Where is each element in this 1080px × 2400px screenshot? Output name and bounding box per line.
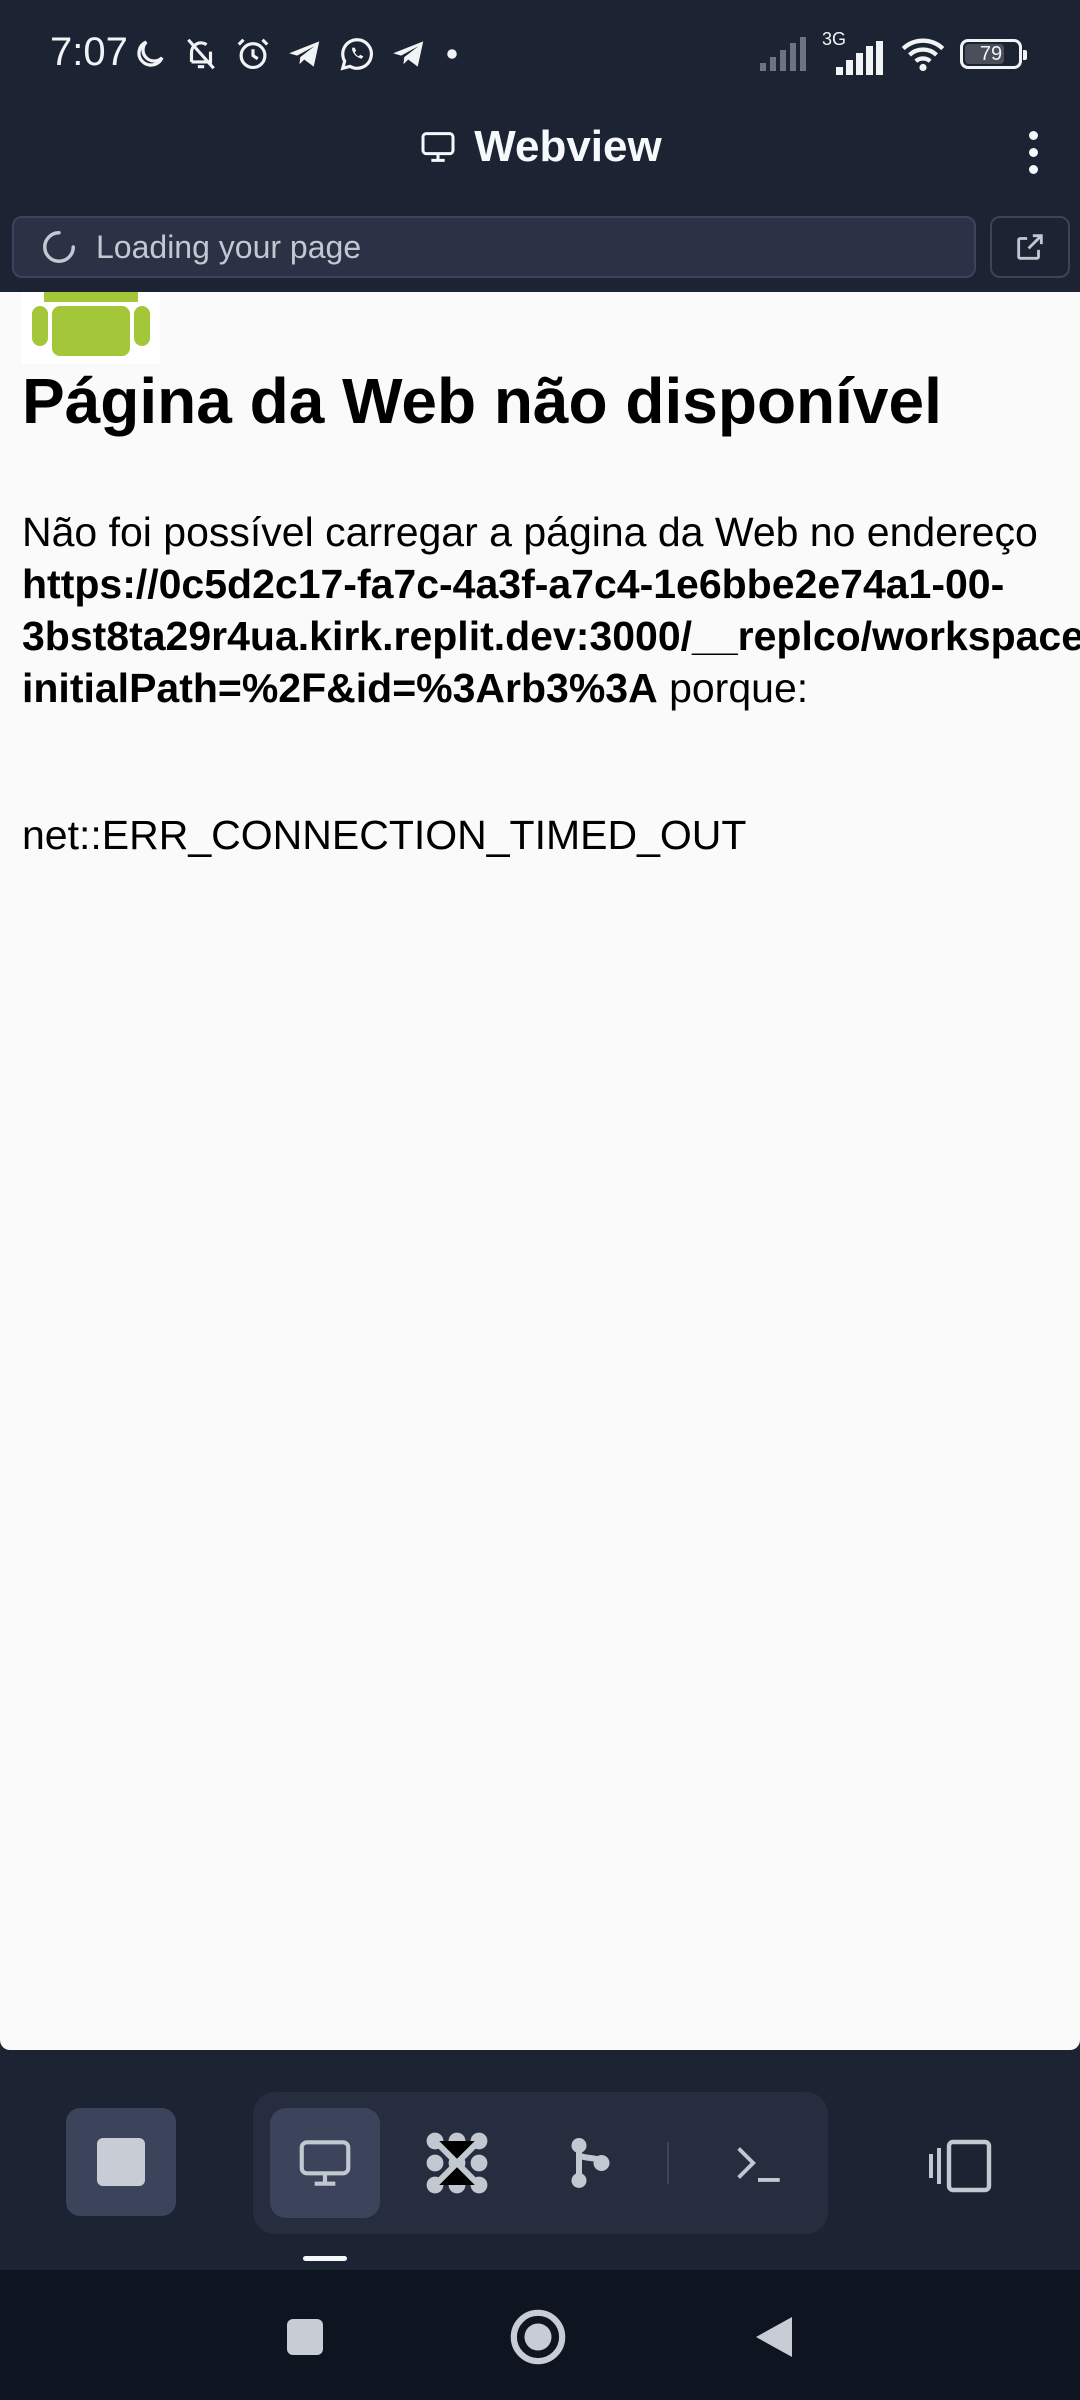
stop-button[interactable] (66, 2108, 176, 2216)
dot-icon (447, 49, 457, 59)
url-input[interactable]: Loading your page (12, 216, 976, 278)
tool-tabs (253, 2092, 828, 2234)
back-icon (756, 2317, 792, 2357)
stop-icon (97, 2138, 145, 2186)
alarm-icon (237, 38, 269, 70)
status-bar: 7:07 3G 79 (0, 0, 1080, 108)
devices-icon (929, 2139, 992, 2193)
battery-icon: 79 (960, 39, 1027, 69)
git-branch-icon (571, 2138, 610, 2188)
active-tab-indicator (303, 2256, 347, 2261)
telegram-icon (289, 41, 320, 67)
tab-console[interactable] (703, 2108, 813, 2218)
error-description-suffix: porque: (657, 665, 809, 711)
open-external-button[interactable] (990, 216, 1070, 278)
tab-git[interactable] (534, 2108, 644, 2218)
more-vertical-icon[interactable] (1012, 122, 1054, 182)
error-description: Não foi possível carregar a página da We… (22, 506, 1080, 714)
status-time: 7:07 (50, 30, 128, 74)
back-button[interactable] (739, 2302, 809, 2372)
recents-button[interactable] (270, 2302, 340, 2372)
moon-icon (137, 40, 164, 67)
telegram-icon (393, 41, 424, 67)
url-bar: Loading your page (0, 202, 1080, 292)
terminal-icon (737, 2147, 780, 2182)
notification-icons (132, 30, 462, 78)
system-nav-bar (0, 2270, 1080, 2400)
android-robot-image (22, 292, 160, 364)
workflow-icon (426, 2132, 488, 2194)
tool-separator (667, 2142, 669, 2184)
monitor-icon (299, 2140, 351, 2186)
failed-url: https://0c5d2c17-fa7c-4a3f-a7c4-1e6bbe2e… (22, 561, 1080, 711)
external-link-icon (1017, 234, 1043, 260)
error-title: Página da Web não disponível (22, 365, 942, 437)
error-code: net::ERR_CONNECTION_TIMED_OUT (22, 812, 747, 858)
bell-off-icon (187, 38, 215, 70)
whatsapp-icon (340, 38, 373, 71)
spinner-icon (43, 231, 75, 263)
page-title: Webview (474, 122, 662, 171)
home-icon (510, 2309, 566, 2365)
error-description-prefix: Não foi possível carregar a página da We… (22, 509, 1038, 555)
battery-level: 79 (979, 42, 1003, 65)
webview-content: Página da Web não disponível Não foi pos… (0, 292, 1080, 2050)
signal-3g-icon: 3G (822, 29, 886, 75)
bottom-toolbar (0, 2050, 1080, 2270)
tab-workflows[interactable] (402, 2108, 512, 2218)
tab-webview[interactable] (270, 2108, 380, 2218)
monitor-icon (421, 132, 455, 162)
devices-button[interactable] (918, 2136, 1006, 2196)
wifi-icon (901, 38, 945, 72)
system-icons: 3G 79 (758, 29, 1027, 78)
app-header: Webview (0, 108, 1080, 204)
header-title-group: Webview (0, 122, 1080, 172)
url-placeholder: Loading your page (96, 228, 362, 265)
home-button[interactable] (503, 2302, 573, 2372)
recents-icon (287, 2319, 323, 2355)
signal-icon (760, 37, 806, 71)
